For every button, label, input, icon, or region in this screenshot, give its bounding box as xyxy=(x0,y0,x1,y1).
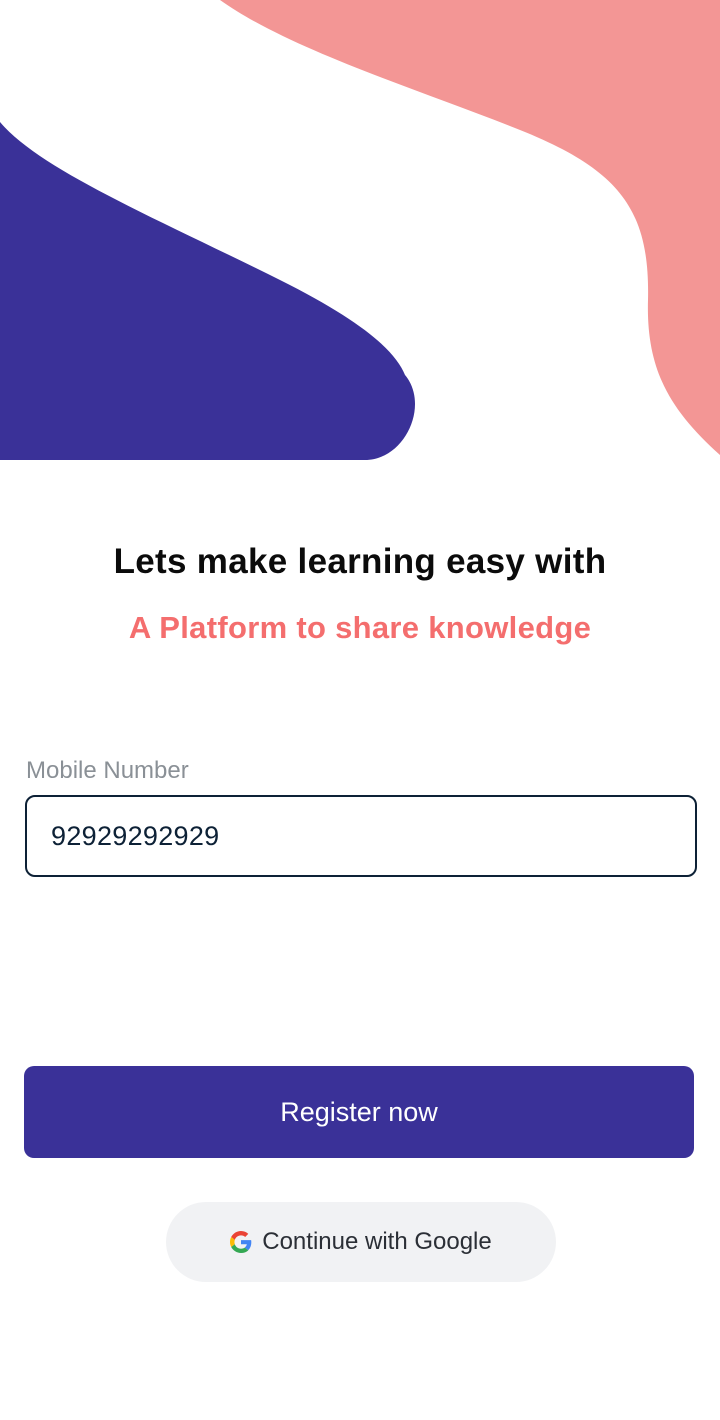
continue-with-google-button[interactable]: Continue with Google xyxy=(166,1202,556,1282)
continue-with-google-label: Continue with Google xyxy=(262,1228,492,1255)
register-screen: Lets make learning easy with A Platform … xyxy=(0,0,720,1420)
register-now-label: Register now xyxy=(280,1096,438,1127)
register-now-button[interactable]: Register now xyxy=(24,1066,694,1158)
mobile-number-label: Mobile Number xyxy=(26,757,189,784)
subheadline: A Platform to share knowledge xyxy=(128,610,592,645)
hero-illustration xyxy=(0,0,720,460)
indigo-blob xyxy=(0,122,416,460)
google-icon xyxy=(230,1231,252,1253)
mobile-number-input[interactable] xyxy=(25,795,697,877)
headline: Lets make learning easy with xyxy=(113,542,607,581)
